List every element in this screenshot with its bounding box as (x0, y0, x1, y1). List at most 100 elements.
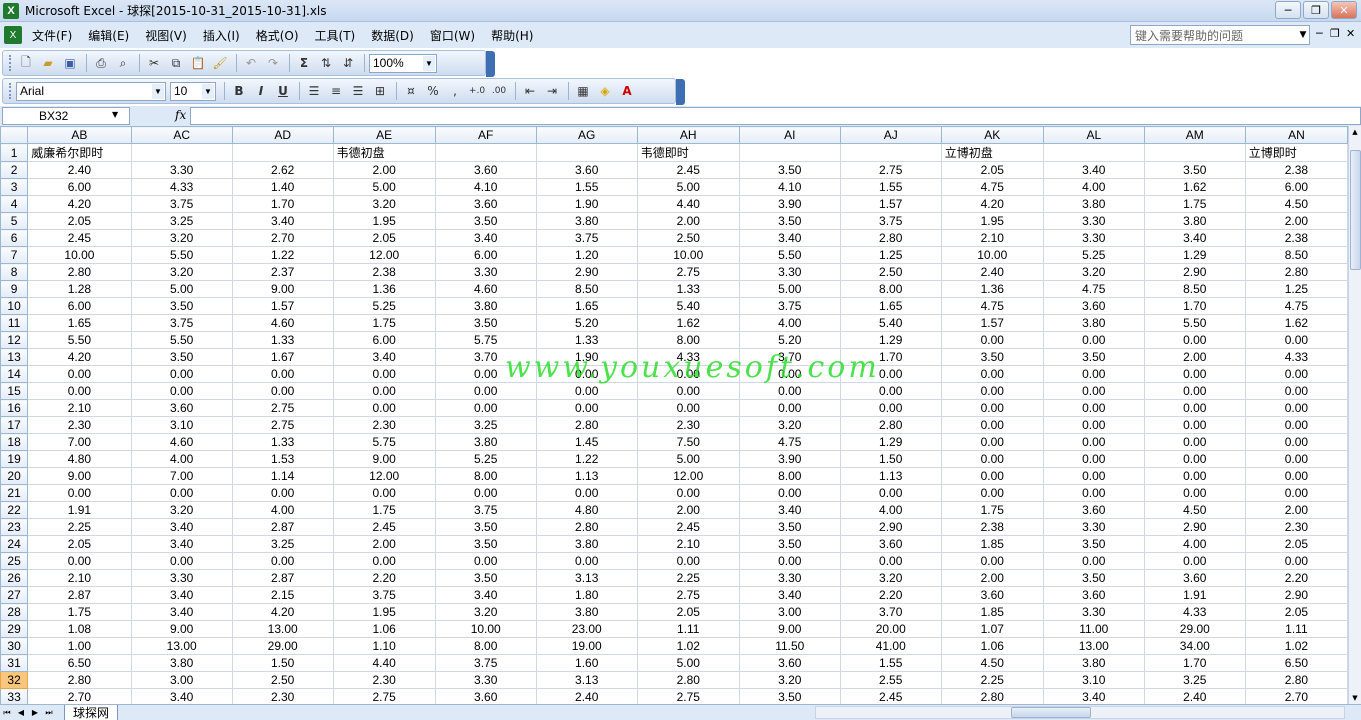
cell-an10[interactable]: 4.75 (1244, 297, 1348, 315)
cell-ah15[interactable]: 0.00 (636, 382, 740, 400)
cell-ac15[interactable]: 0.00 (130, 382, 233, 400)
cell-an25[interactable]: 0.00 (1244, 552, 1348, 570)
cell-af16[interactable]: 0.00 (434, 399, 537, 417)
cell-ai9[interactable]: 5.00 (738, 280, 841, 298)
cell-ac27[interactable]: 3.40 (130, 586, 233, 604)
cell-al6[interactable]: 3.30 (1042, 229, 1145, 247)
cell-ah23[interactable]: 2.45 (636, 518, 740, 536)
close-button[interactable]: ✕ (1331, 1, 1357, 19)
cell-aj6[interactable]: 2.80 (839, 229, 942, 247)
cell-aj4[interactable]: 1.57 (839, 195, 942, 213)
cell-ah25[interactable]: 0.00 (636, 552, 740, 570)
cell-ak7[interactable]: 10.00 (940, 246, 1044, 264)
cell-ag29[interactable]: 23.00 (535, 620, 638, 638)
cell-an27[interactable]: 2.90 (1244, 586, 1348, 604)
cell-al8[interactable]: 3.20 (1042, 263, 1145, 281)
cell-ad11[interactable]: 4.60 (231, 314, 334, 332)
cell-ag9[interactable]: 8.50 (535, 280, 638, 298)
cell-al17[interactable]: 0.00 (1042, 416, 1145, 434)
row-header-2[interactable]: 2 (0, 161, 29, 179)
cell-ag15[interactable]: 0.00 (535, 382, 638, 400)
increase-decimal-icon[interactable]: +.0 (467, 81, 487, 101)
cell-ae33[interactable]: 2.75 (332, 688, 436, 704)
cell-ai23[interactable]: 3.50 (738, 518, 841, 536)
cell-al18[interactable]: 0.00 (1042, 433, 1145, 451)
cell-ag30[interactable]: 19.00 (535, 637, 638, 655)
cell-ad2[interactable]: 2.62 (231, 161, 334, 179)
cell-an18[interactable]: 0.00 (1244, 433, 1348, 451)
next-sheet-icon[interactable]: ▶ (28, 706, 42, 720)
cell-ak12[interactable]: 0.00 (940, 331, 1044, 349)
row-header-23[interactable]: 23 (0, 518, 29, 536)
cell-af12[interactable]: 5.75 (434, 331, 537, 349)
cell-an21[interactable]: 0.00 (1244, 484, 1348, 502)
menu-view[interactable]: 视图(V) (145, 25, 187, 46)
cell-ag1[interactable] (535, 143, 638, 162)
cell-ae12[interactable]: 6.00 (332, 331, 436, 349)
cell-am12[interactable]: 0.00 (1143, 331, 1246, 349)
prev-sheet-icon[interactable]: ◀ (14, 706, 28, 720)
cell-ac5[interactable]: 3.25 (130, 212, 233, 230)
cell-ak11[interactable]: 1.57 (940, 314, 1044, 332)
cell-an14[interactable]: 0.00 (1244, 365, 1348, 383)
row-header-1[interactable]: 1 (0, 143, 29, 162)
cell-ak5[interactable]: 1.95 (940, 212, 1044, 230)
column-header-af[interactable]: AF (434, 126, 537, 144)
cell-ac30[interactable]: 13.00 (130, 637, 233, 655)
cell-ai27[interactable]: 3.40 (738, 586, 841, 604)
row-header-31[interactable]: 31 (0, 654, 29, 672)
cell-af8[interactable]: 3.30 (434, 263, 537, 281)
cell-ae24[interactable]: 2.00 (332, 535, 436, 553)
bold-icon[interactable]: B (229, 81, 249, 101)
cell-am30[interactable]: 34.00 (1143, 637, 1246, 655)
menu-data[interactable]: 数据(D) (371, 25, 414, 46)
cell-ad27[interactable]: 2.15 (231, 586, 334, 604)
cell-ad32[interactable]: 2.50 (231, 671, 334, 689)
cell-am23[interactable]: 2.90 (1143, 518, 1246, 536)
cell-ab18[interactable]: 7.00 (27, 433, 132, 451)
cell-af26[interactable]: 3.50 (434, 569, 537, 587)
cell-ae7[interactable]: 12.00 (332, 246, 436, 264)
cell-am14[interactable]: 0.00 (1143, 365, 1246, 383)
cell-ad4[interactable]: 1.70 (231, 195, 334, 213)
comma-icon[interactable]: , (445, 81, 465, 101)
cell-am27[interactable]: 1.91 (1143, 586, 1246, 604)
cell-ae11[interactable]: 1.75 (332, 314, 436, 332)
cell-af17[interactable]: 3.25 (434, 416, 537, 434)
cell-af10[interactable]: 3.80 (434, 297, 537, 315)
cell-ac4[interactable]: 3.75 (130, 195, 233, 213)
cell-ak33[interactable]: 2.80 (940, 688, 1044, 704)
cell-ae19[interactable]: 9.00 (332, 450, 436, 468)
cell-ad20[interactable]: 1.14 (231, 467, 334, 485)
cell-ad18[interactable]: 1.33 (231, 433, 334, 451)
cell-ag24[interactable]: 3.80 (535, 535, 638, 553)
cell-af3[interactable]: 4.10 (434, 178, 537, 196)
cell-ak16[interactable]: 0.00 (940, 399, 1044, 417)
cell-an16[interactable]: 0.00 (1244, 399, 1348, 417)
cell-ae10[interactable]: 5.25 (332, 297, 436, 315)
cell-ac18[interactable]: 4.60 (130, 433, 233, 451)
cell-ak19[interactable]: 0.00 (940, 450, 1044, 468)
doc-close-icon[interactable]: ✕ (1346, 27, 1355, 40)
row-header-4[interactable]: 4 (0, 195, 29, 213)
row-header-12[interactable]: 12 (0, 331, 29, 349)
cell-ah4[interactable]: 4.40 (636, 195, 740, 213)
cell-aj5[interactable]: 3.75 (839, 212, 942, 230)
cell-am22[interactable]: 4.50 (1143, 501, 1246, 519)
cell-ai30[interactable]: 11.50 (738, 637, 841, 655)
name-box[interactable]: BX32 (2, 107, 130, 125)
cell-ag23[interactable]: 2.80 (535, 518, 638, 536)
doc-minimize-icon[interactable]: ─ (1316, 27, 1323, 40)
cell-an33[interactable]: 2.70 (1244, 688, 1348, 704)
cell-af11[interactable]: 3.50 (434, 314, 537, 332)
cell-ab5[interactable]: 2.05 (27, 212, 132, 230)
cell-ae17[interactable]: 2.30 (332, 416, 436, 434)
cell-ac28[interactable]: 3.40 (130, 603, 233, 621)
cell-ah28[interactable]: 2.05 (636, 603, 740, 621)
cell-ag28[interactable]: 3.80 (535, 603, 638, 621)
vertical-scroll-thumb[interactable] (1350, 150, 1361, 270)
cell-am19[interactable]: 0.00 (1143, 450, 1246, 468)
row-header-13[interactable]: 13 (0, 348, 29, 366)
cell-ah16[interactable]: 0.00 (636, 399, 740, 417)
cell-ad3[interactable]: 1.40 (231, 178, 334, 196)
